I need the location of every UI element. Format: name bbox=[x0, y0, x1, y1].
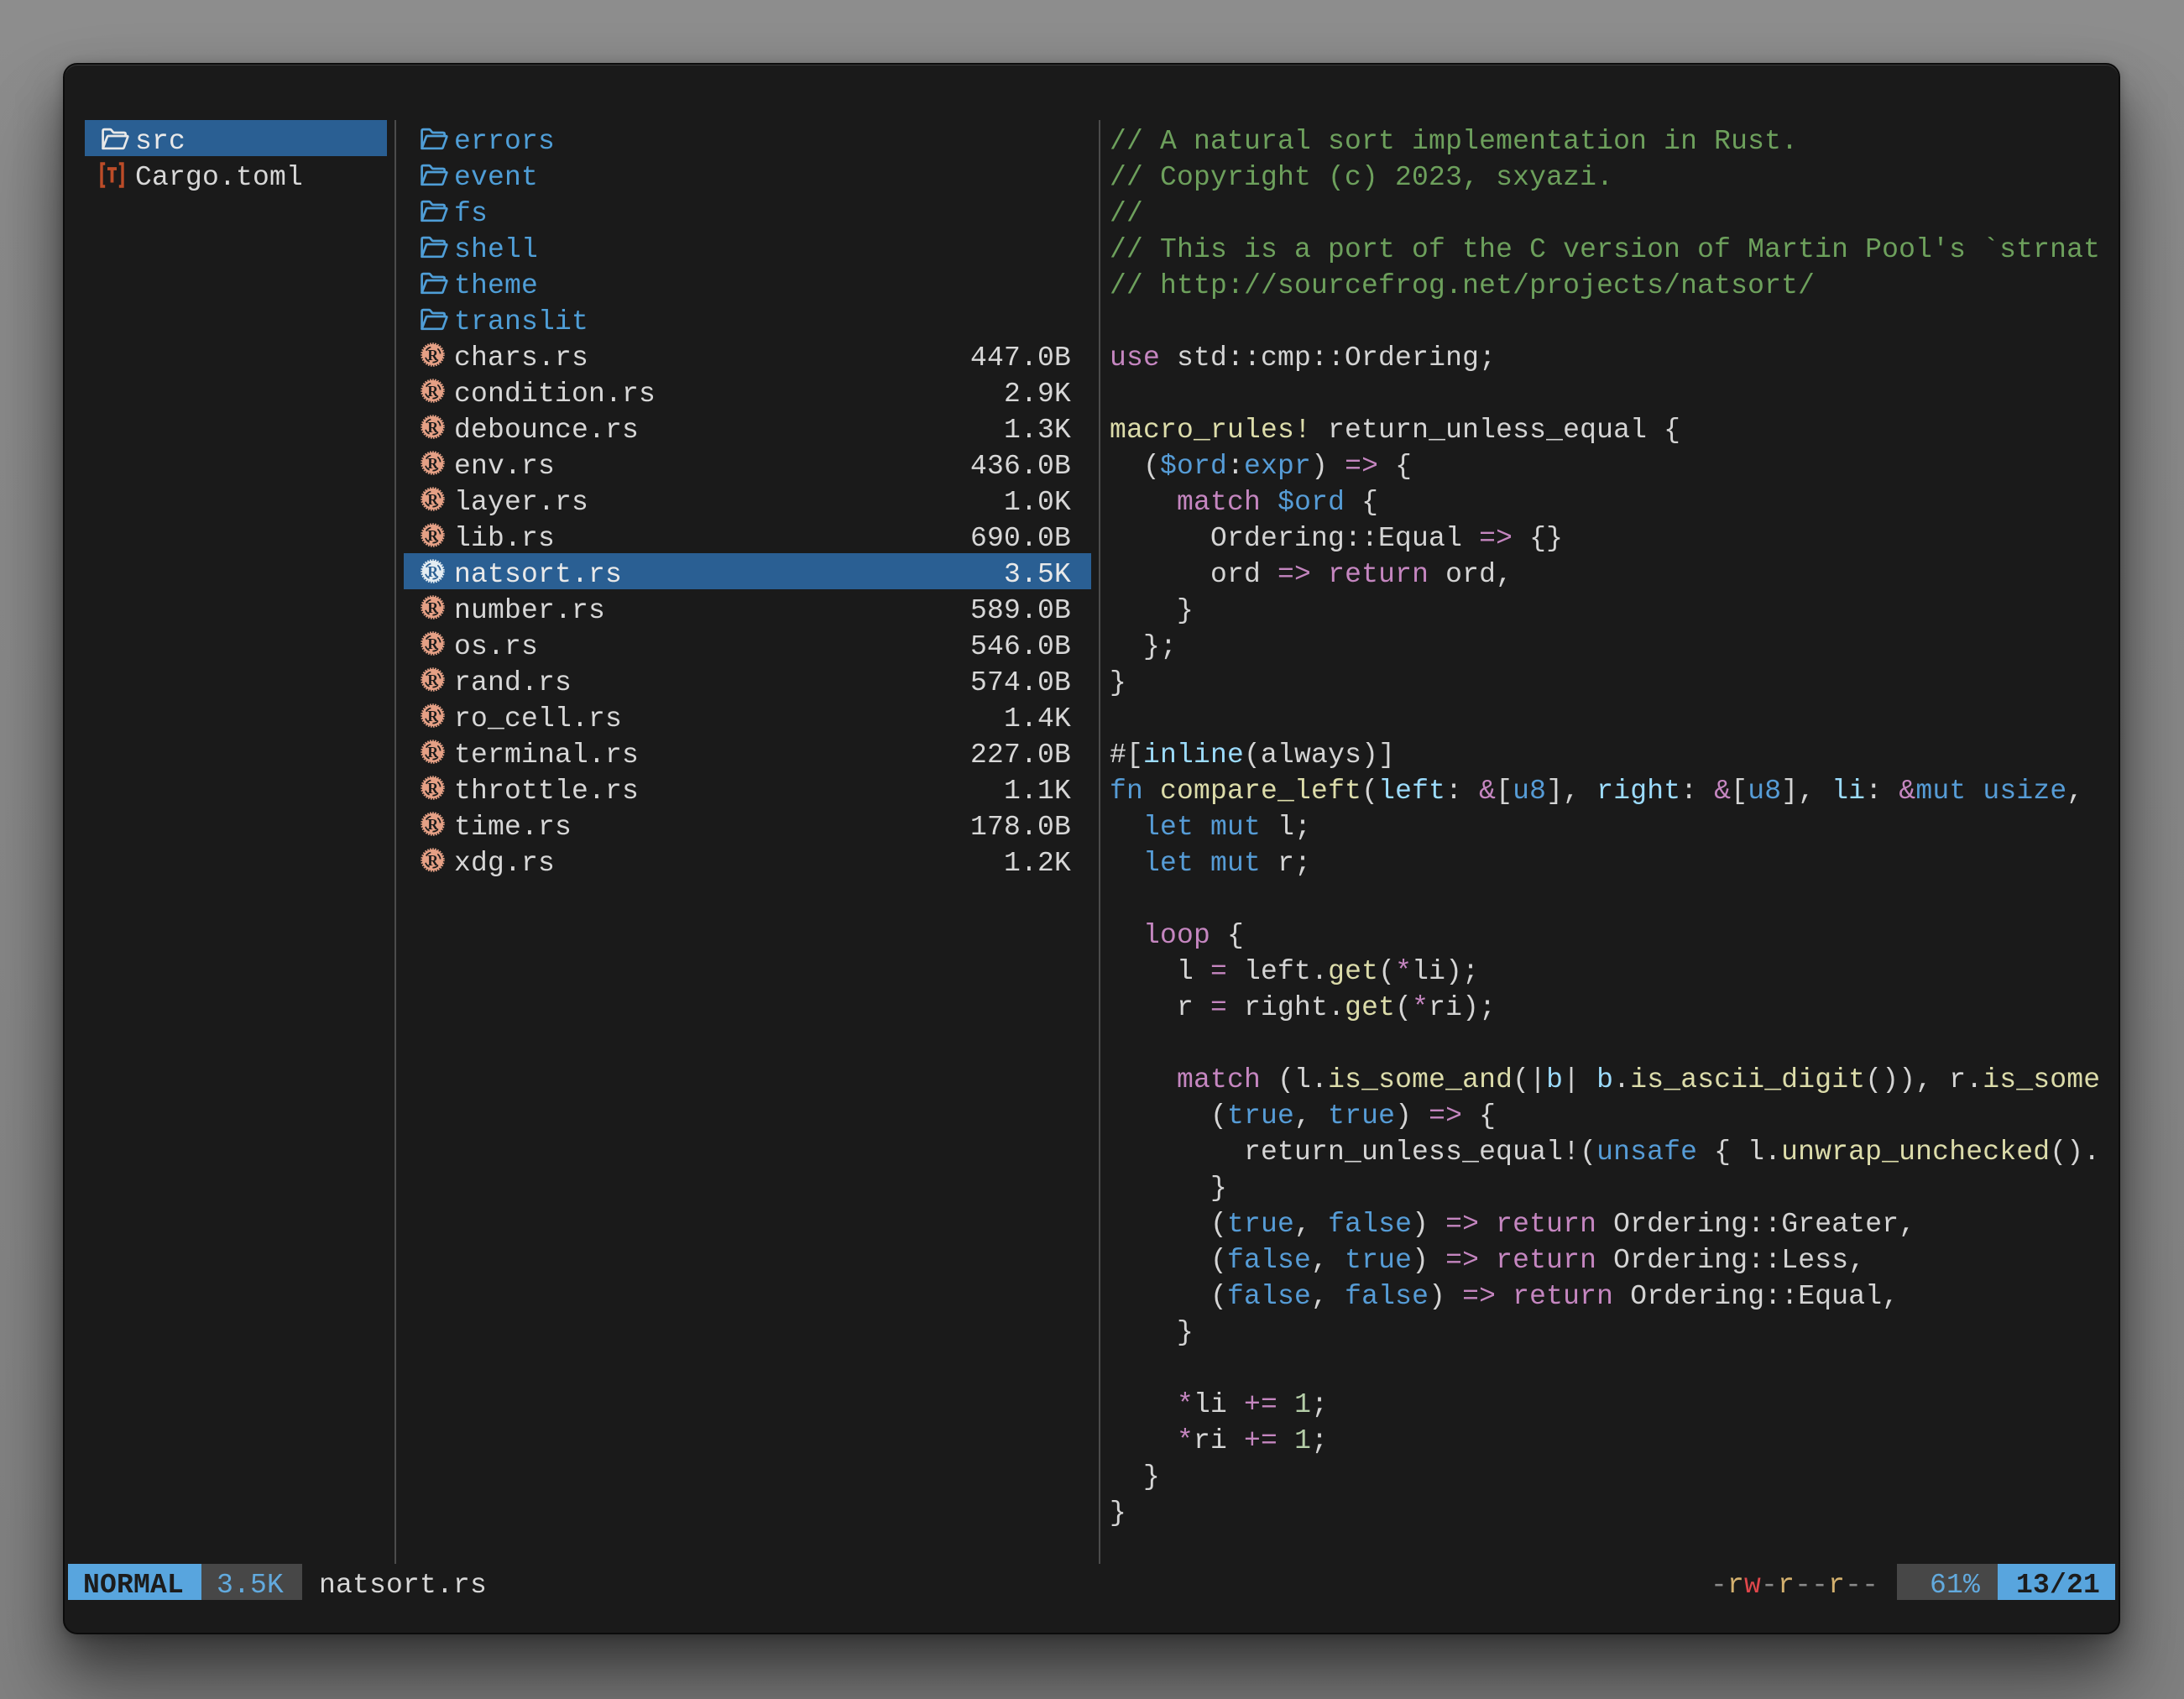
svg-text:R: R bbox=[427, 816, 438, 833]
svg-text:R: R bbox=[427, 635, 438, 652]
svg-text:R: R bbox=[427, 347, 438, 363]
svg-text:R: R bbox=[427, 527, 438, 544]
svg-text:R: R bbox=[427, 780, 438, 797]
svg-text:R: R bbox=[427, 708, 438, 724]
svg-text:R: R bbox=[427, 419, 438, 436]
svg-text:R: R bbox=[427, 744, 438, 761]
svg-text:R: R bbox=[427, 491, 438, 508]
svg-text:R: R bbox=[427, 852, 438, 869]
svg-text:R: R bbox=[427, 455, 438, 472]
svg-text:R: R bbox=[427, 672, 438, 688]
svg-text:R: R bbox=[427, 563, 438, 580]
svg-text:R: R bbox=[427, 383, 438, 400]
svg-text:R: R bbox=[427, 599, 438, 616]
